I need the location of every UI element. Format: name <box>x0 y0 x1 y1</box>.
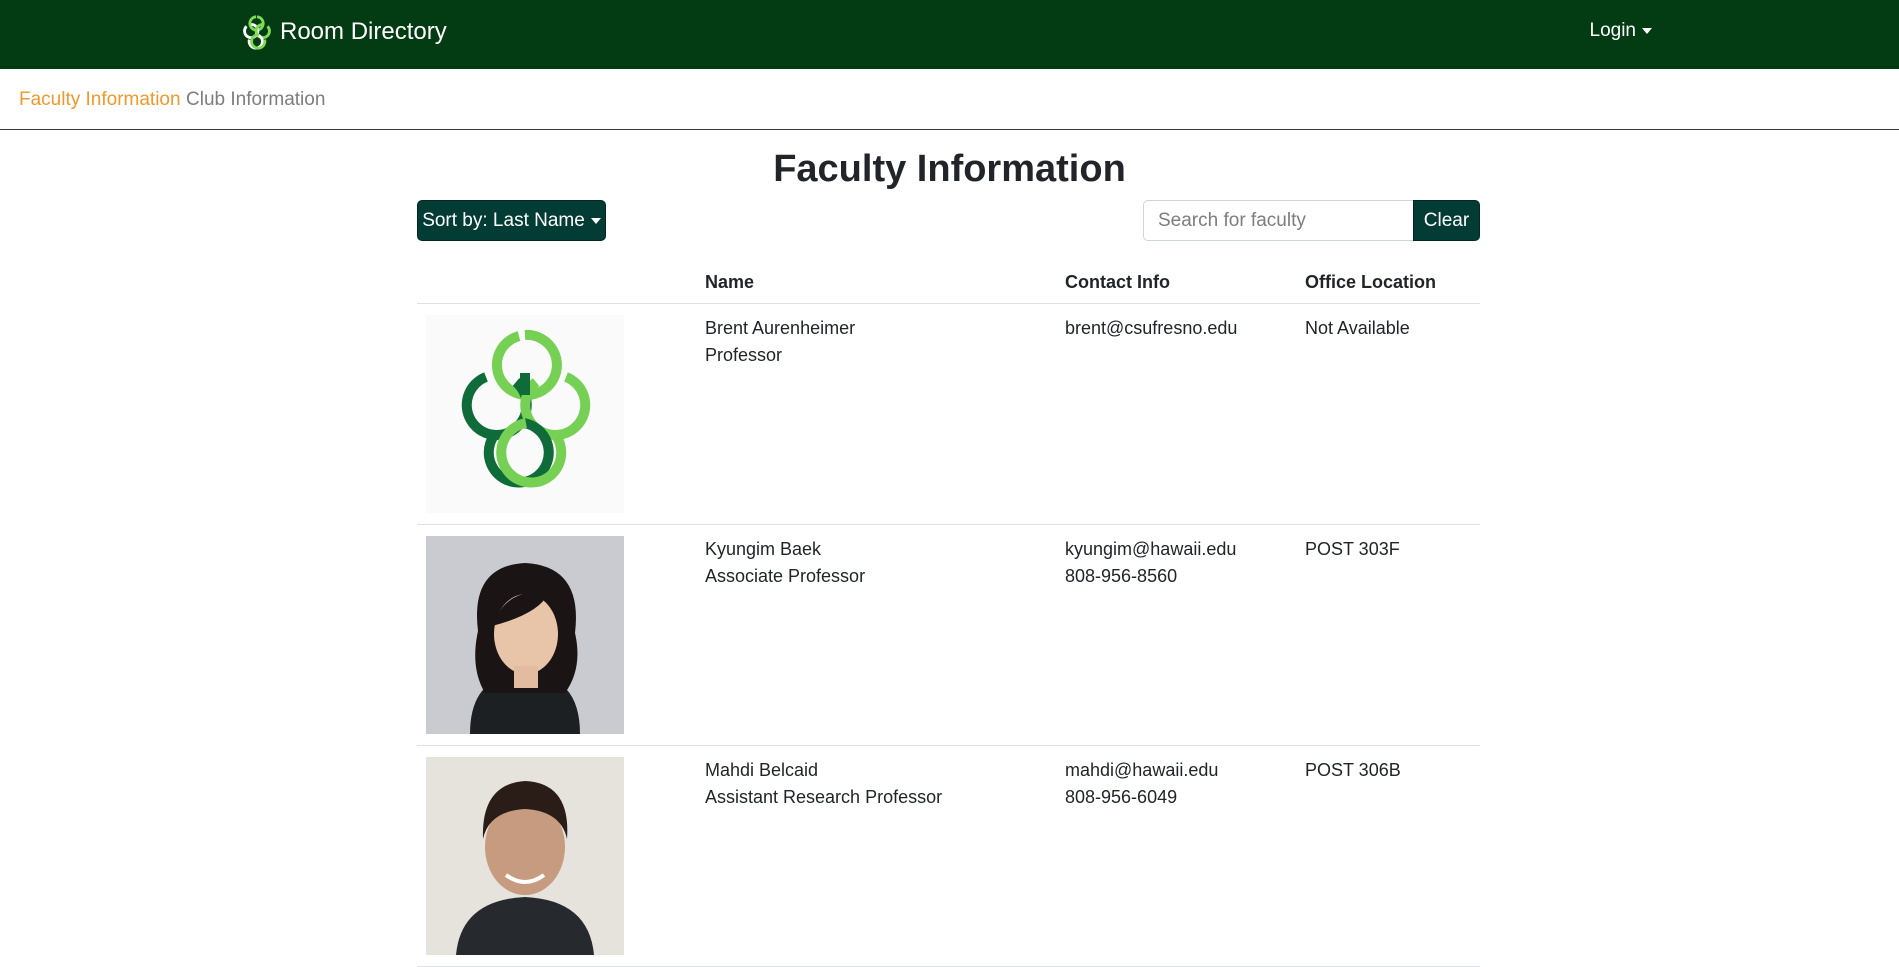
contact-cell: brent@csufresno.edu <box>1065 303 1305 525</box>
placeholder-logo-icon <box>426 315 624 513</box>
sort-dropdown-button[interactable]: Sort by: Last Name <box>417 200 606 241</box>
caret-down-icon <box>590 217 601 224</box>
name-cell: Mahdi Belcaid Assistant Research Profess… <box>705 745 1065 967</box>
contact-cell: kyungim@hawaii.edu 808-956-8560 <box>1065 524 1305 746</box>
column-header-contact: Contact Info <box>1065 262 1305 304</box>
page-title: Faculty Information <box>773 148 1126 190</box>
table-row: Kyungim Baek Associate Professor kyungim… <box>417 524 1480 746</box>
photo-cell <box>417 745 705 967</box>
table-row: Mahdi Belcaid Assistant Research Profess… <box>417 745 1480 967</box>
login-dropdown[interactable]: Login <box>1589 20 1652 42</box>
portrait-man-icon <box>426 757 624 955</box>
faculty-phone: 808-956-6049 <box>1065 787 1178 807</box>
top-navbar: Room Directory Login <box>0 0 1899 69</box>
faculty-title: Professor <box>705 345 783 365</box>
faculty-office: Not Available <box>1305 318 1410 338</box>
name-cell: Kyungim Baek Associate Professor <box>705 524 1065 746</box>
column-header-name: Name <box>705 262 1065 304</box>
faculty-email: brent@csufresno.edu <box>1065 318 1238 338</box>
office-cell: POST 306B <box>1305 745 1480 967</box>
office-cell: Not Available <box>1305 303 1480 525</box>
portrait-woman-icon <box>426 536 624 734</box>
column-header-photo <box>417 262 705 304</box>
table-row: Brent Aurenheimer Professor brent@csufre… <box>417 303 1480 525</box>
contact-cell: mahdi@hawaii.edu 808-956-6049 <box>1065 745 1305 967</box>
nav-club-information[interactable]: Club Information <box>186 89 325 111</box>
faculty-name: Mahdi Belcaid <box>705 760 819 780</box>
faculty-email: kyungim@hawaii.edu <box>1065 539 1237 559</box>
faculty-phone: 808-956-8560 <box>1065 566 1178 586</box>
photo-cell <box>417 303 705 525</box>
faculty-name: Kyungim Baek <box>705 539 822 559</box>
brand-link[interactable]: Room Directory <box>238 12 447 52</box>
nav-faculty-information[interactable]: Faculty Information <box>19 89 181 111</box>
faculty-photo <box>426 315 624 513</box>
clear-button[interactable]: Clear <box>1413 200 1480 241</box>
faculty-email: mahdi@hawaii.edu <box>1065 760 1219 780</box>
office-cell: POST 303F <box>1305 524 1480 746</box>
brand-title: Room Directory <box>280 18 447 45</box>
faculty-name: Brent Aurenheimer <box>705 318 856 338</box>
sort-label: Sort by: Last Name <box>422 209 585 231</box>
photo-cell <box>417 524 705 746</box>
name-cell: Brent Aurenheimer Professor <box>705 303 1065 525</box>
caret-down-icon <box>1642 28 1652 34</box>
sub-navbar: Faculty Information Club Information <box>0 69 1899 130</box>
login-label: Login <box>1589 20 1637 41</box>
faculty-title: Assistant Research Professor <box>705 787 943 807</box>
faculty-photo <box>426 757 624 955</box>
column-header-office: Office Location <box>1305 262 1480 304</box>
faculty-office: POST 303F <box>1305 539 1400 559</box>
search-input[interactable] <box>1143 200 1413 241</box>
faculty-photo <box>426 536 624 734</box>
search-group: Clear <box>1143 200 1480 241</box>
faculty-title: Associate Professor <box>705 566 866 586</box>
faculty-office: POST 306B <box>1305 760 1401 780</box>
faculty-table: Name Contact Info Office Location Brent … <box>417 262 1480 967</box>
table-header-row: Name Contact Info Office Location <box>417 262 1480 304</box>
brand-logo-icon <box>243 15 271 50</box>
